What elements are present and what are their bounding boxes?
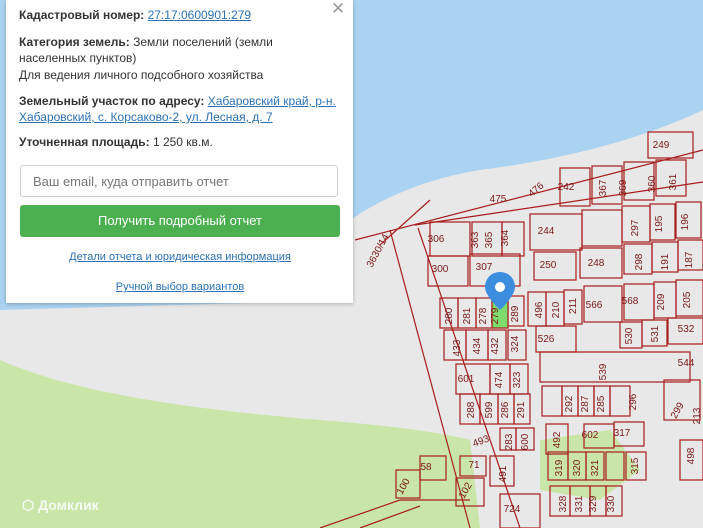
parcel-label-367: 367 [598, 179, 609, 196]
close-icon[interactable]: ✕ [331, 0, 345, 17]
parcel-label-298: 298 [634, 253, 645, 270]
area-label: Уточненная площадь: [19, 135, 150, 149]
parcel-label-600: 600 [520, 433, 531, 450]
parcel-label-281: 281 [462, 307, 473, 324]
parcel-label-250: 250 [540, 260, 557, 271]
parcel-label-526: 526 [538, 334, 555, 345]
parcel-label-602: 602 [582, 430, 599, 441]
parcel-label-539: 539 [598, 363, 609, 380]
parcel-label-601: 601 [458, 374, 475, 385]
parcel-label-211: 211 [568, 298, 579, 314]
parcel-label-286: 286 [500, 401, 511, 418]
parcel-label-324: 324 [510, 335, 521, 352]
parcel-label-724: 724 [504, 504, 521, 515]
parcel-label-291: 291 [516, 401, 527, 418]
email-input[interactable] [20, 165, 338, 197]
parcel-label-329: 329 [588, 495, 599, 512]
parcel-label-288: 288 [466, 401, 477, 418]
parcel-label-58: 58 [420, 462, 432, 473]
parcel-label-283: 283 [504, 433, 515, 450]
parcel-label-496: 496 [534, 301, 545, 318]
parcel-label-315: 315 [630, 457, 641, 474]
parcel-label-71: 71 [468, 460, 480, 471]
parcel-label-365: 365 [484, 231, 495, 248]
parcel-label-492: 492 [552, 431, 563, 448]
parcel-label-434: 434 [472, 337, 483, 354]
parcel-label-300: 300 [432, 264, 449, 275]
parcel-label-244: 244 [538, 226, 555, 237]
get-report-button[interactable]: Получить подробный отчет [20, 205, 340, 237]
parcel-label-432: 432 [490, 337, 501, 354]
parcel-label-330: 330 [606, 495, 617, 512]
area-value: 1 250 кв.м. [152, 135, 213, 149]
parcel-label-287: 287 [580, 395, 591, 412]
address-row: Земельный участок по адресу: Хабаровский… [19, 93, 336, 109]
parcel-label-531: 531 [650, 325, 661, 342]
parcel-label-210: 210 [551, 301, 562, 318]
category-row: Категория земель: Земли поселений (земли [19, 34, 273, 50]
domclick-logo: ⬡ Домклик [22, 497, 99, 514]
parcel-label-369: 369 [618, 179, 629, 196]
parcel-label-307: 307 [476, 262, 493, 273]
parcel-label-360: 360 [647, 175, 658, 192]
category-label: Категория земель: [19, 35, 130, 49]
parcel-label-248: 248 [588, 258, 605, 269]
parcel-label-532: 532 [678, 324, 695, 335]
category-value: Земли поселений (земли [133, 35, 273, 49]
address-link-line2[interactable]: Хабаровский, с. Корсаково-2, ул. Лесная,… [19, 110, 273, 124]
parcel-label-475: 475 [490, 194, 507, 205]
parcel-label-491: 491 [498, 465, 509, 482]
parcel-label-278: 278 [478, 307, 489, 324]
parcel-label-306: 306 [428, 234, 445, 245]
address-label: Земельный участок по адресу: [19, 94, 205, 108]
logo-shield-icon: ⬡ [22, 497, 39, 513]
parcel-label-599: 599 [484, 401, 495, 418]
land-usage: Для ведения личного подсобного хозяйства [19, 68, 264, 82]
parcel-label-292: 292 [564, 395, 575, 412]
cadastral-label: Кадастровый номер: [19, 8, 145, 22]
parcel-label-320: 320 [572, 459, 583, 476]
parcel-label-280: 280 [444, 307, 455, 324]
parcel-label-474: 474 [494, 371, 505, 388]
parcel-label-195: 195 [654, 215, 665, 232]
parcel-label-242: 242 [558, 182, 575, 193]
parcel-label-187: 187 [684, 251, 695, 268]
parcel-label-209: 209 [656, 293, 667, 310]
parcel-label-285: 285 [596, 395, 607, 412]
parcel-label-363: 363 [470, 231, 481, 248]
parcel-label-566: 566 [586, 300, 603, 311]
parcel-label-319: 319 [554, 459, 565, 476]
logo-text: Домклик [38, 497, 99, 513]
cadastral-row: Кадастровый номер: 27:17:0600901:279 [19, 7, 251, 23]
parcel-label-321: 321 [590, 459, 601, 476]
cadastral-number-link[interactable]: 27:17:0600901:279 [148, 8, 251, 22]
address-link-line1[interactable]: Хабаровский край, р-н. [208, 94, 336, 108]
parcel-label-196: 196 [680, 213, 691, 230]
parcel-label-213: 213 [692, 407, 703, 424]
parcel-label-191: 191 [660, 253, 671, 270]
parcel-label-530: 530 [624, 327, 635, 344]
area-row: Уточненная площадь: 1 250 кв.м. [19, 134, 213, 150]
parcel-label-297: 297 [630, 219, 641, 236]
parcel-label-364: 364 [500, 229, 511, 246]
parcel-label-317: 317 [614, 428, 631, 439]
parcel-label-498: 498 [686, 447, 697, 464]
parcel-label-289: 289 [510, 305, 521, 322]
parcel-label-544: 544 [678, 358, 695, 369]
parcel-label-323: 323 [512, 371, 523, 388]
address-row-2: Хабаровский, с. Корсаково-2, ул. Лесная,… [19, 109, 273, 125]
parcel-label-279: 279 [490, 307, 501, 324]
parcel-label-205: 205 [682, 291, 693, 308]
parcel-label-361: 361 [668, 173, 679, 190]
parcel-info-panel: ✕ Кадастровый номер: 27:17:0600901:279 К… [6, 0, 353, 303]
parcel-label-331: 331 [574, 495, 585, 512]
parcel-label-249: 249 [653, 140, 670, 151]
parcel-label-433: 433 [452, 339, 463, 356]
parcel-label-296: 296 [628, 393, 639, 410]
report-details-link[interactable]: Детали отчета и юридическая информация [20, 251, 340, 263]
parcel-label-328: 328 [558, 495, 569, 512]
manual-selection-link[interactable]: Ручной выбор вариантов [20, 281, 340, 293]
category-value-line2: населенных пунктов) [19, 51, 137, 65]
parcel-label-568: 568 [622, 296, 639, 307]
